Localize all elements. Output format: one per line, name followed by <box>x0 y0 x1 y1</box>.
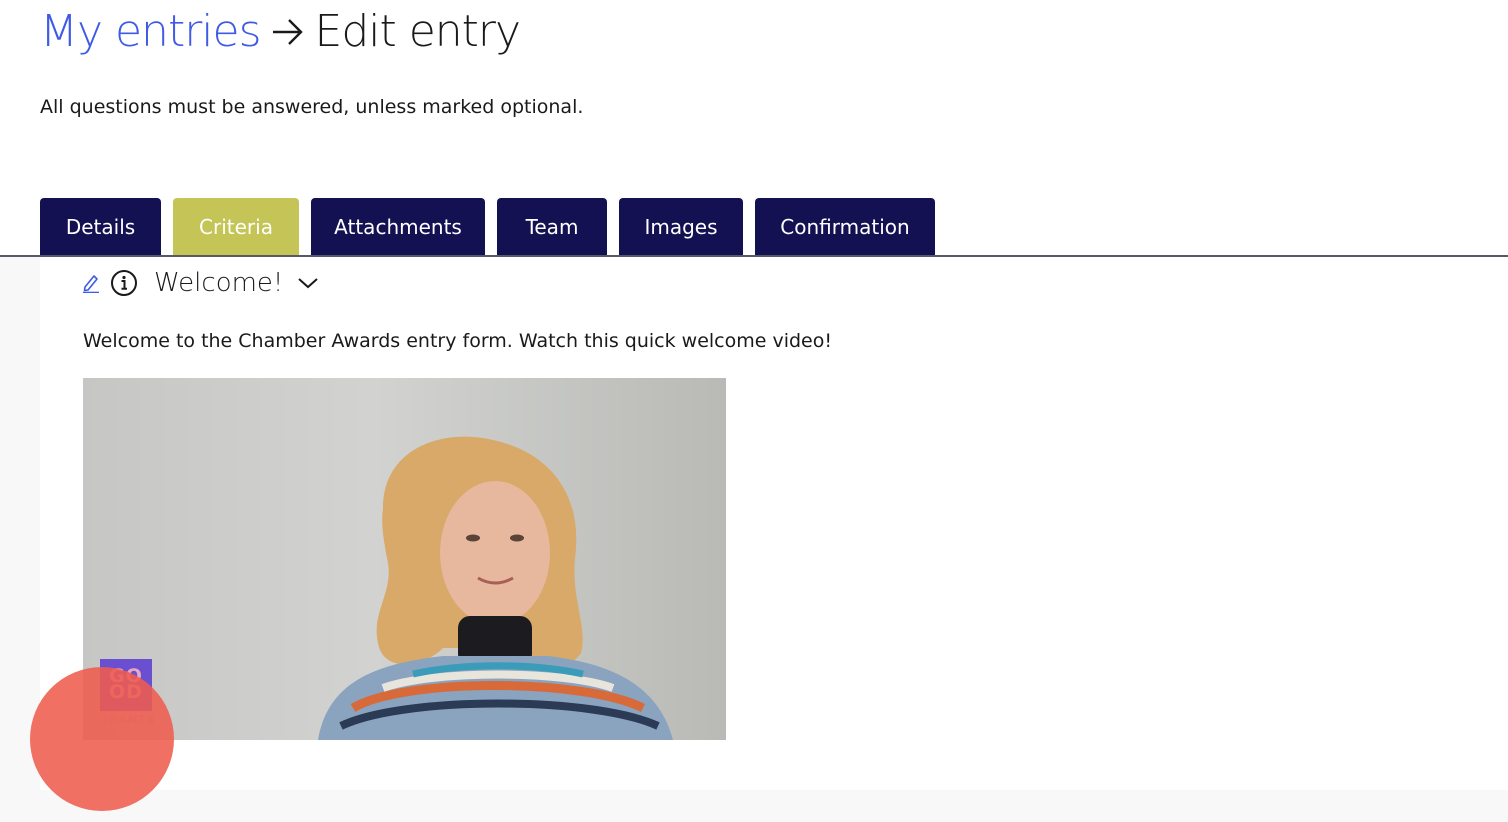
click-indicator <box>30 667 174 811</box>
tab-details[interactable]: Details <box>40 198 161 256</box>
tabs-divider <box>0 255 1508 257</box>
tab-label: Confirmation <box>780 215 910 239</box>
chevron-down-icon[interactable] <box>297 276 319 290</box>
tab-attachments[interactable]: Attachments <box>311 198 485 256</box>
tab-label: Criteria <box>199 215 273 239</box>
breadcrumb: My entries Edit entry <box>40 6 522 57</box>
tab-confirmation[interactable]: Confirmation <box>755 198 935 256</box>
content-footer-band <box>40 790 1508 822</box>
tab-label: Details <box>65 215 136 239</box>
tab-team[interactable]: Team <box>497 198 607 256</box>
tab-images[interactable]: Images <box>619 198 743 256</box>
welcome-text: Welcome to the Chamber Awards entry form… <box>83 330 832 352</box>
section-header: Welcome! <box>82 268 319 298</box>
arrow-right-icon <box>272 18 303 45</box>
my-entries-link[interactable]: My entries <box>40 6 262 57</box>
info-icon[interactable] <box>110 269 138 297</box>
edit-entry-page: My entries Edit entry All questions must… <box>0 0 1508 822</box>
form-tabs: Details Criteria Attachments Team Images… <box>40 198 935 256</box>
welcome-video[interactable]: GOOD GRANTS <box>83 378 726 740</box>
tab-label: Attachments <box>334 215 462 239</box>
form-instructions: All questions must be answered, unless m… <box>40 96 584 118</box>
page-title: Edit entry <box>314 6 522 57</box>
video-frame-illustration <box>318 436 673 740</box>
section-title: Welcome! <box>154 268 284 298</box>
tab-label: Team <box>525 215 579 239</box>
tab-criteria[interactable]: Criteria <box>173 198 299 256</box>
tab-label: Images <box>644 215 718 239</box>
pencil-icon[interactable] <box>82 273 100 293</box>
